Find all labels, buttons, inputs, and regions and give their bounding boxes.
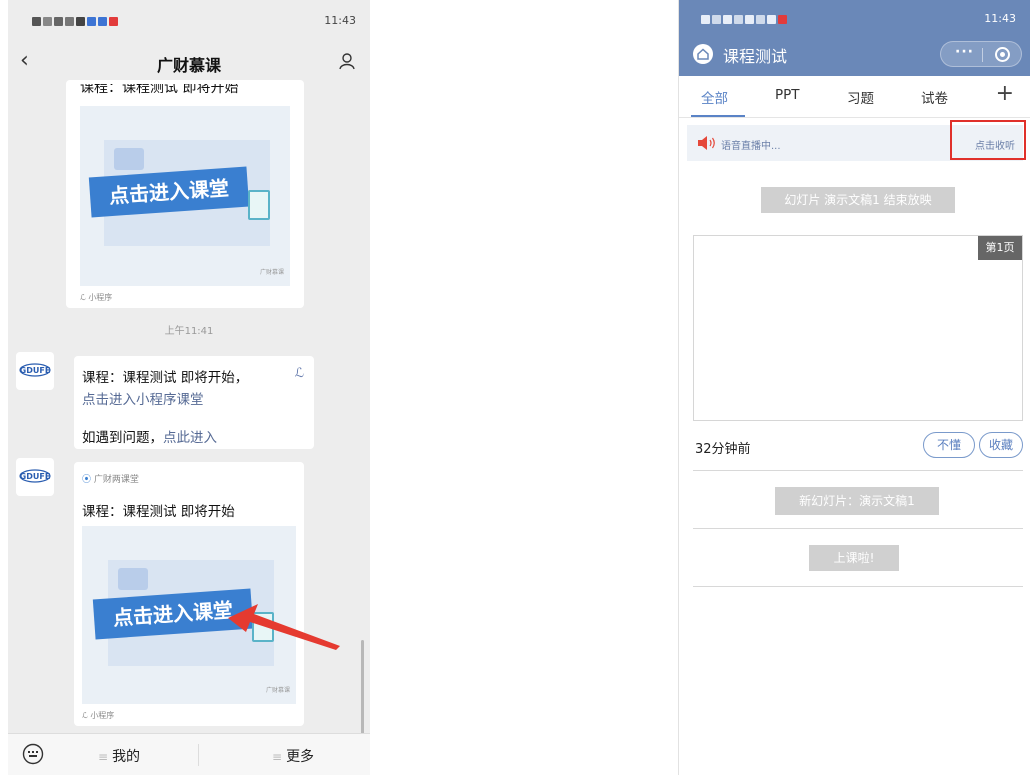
gdufe-logo-icon: GDUFE — [19, 469, 51, 483]
avatar[interactable]: GDUFE — [16, 458, 54, 496]
help-text: 如遇到问题，点此进入 — [82, 430, 217, 446]
divider — [198, 744, 199, 766]
status-icons — [701, 12, 789, 25]
target-icon[interactable] — [995, 47, 1010, 62]
watermark: 广财慕课 — [265, 687, 290, 694]
class-start-notice: 上课啦! — [809, 545, 899, 571]
wechat-chat-screen: 11:43 ‹ 广财慕课 课程：课程测试 即将开始 点击进入课堂 广财慕课 ℒ … — [8, 0, 370, 775]
scrollbar[interactable] — [361, 640, 364, 735]
svg-text:GDUFE: GDUFE — [20, 472, 51, 481]
slide-meta-row: 32分钟前 不懂 收藏 — [693, 432, 1023, 460]
live-status-text: 语音直播中... — [721, 141, 781, 152]
mini-program-link[interactable]: 点击进入小程序课堂 — [82, 388, 204, 408]
avatar[interactable]: GDUFE — [16, 352, 54, 390]
person-icon[interactable] — [338, 52, 356, 74]
card-thumbnail: 点击进入课堂 广财慕课 — [80, 106, 290, 286]
menu-more[interactable]: ≡ 更多 — [272, 746, 314, 766]
mini-program-card[interactable]: ⦿ 广财两课堂 课程：课程测试 即将开始 点击进入课堂 广财慕课 ℒ 小程序 — [74, 462, 304, 726]
capsule-menu: ··· — [940, 41, 1022, 67]
nav-bar: ‹ 广财慕课 — [8, 42, 370, 82]
tab-exams[interactable]: 试卷 — [921, 87, 948, 107]
mini-program-tag: ℒ 小程序 — [82, 711, 115, 720]
card-source: ⦿ 广财两课堂 — [82, 475, 139, 485]
dont-understand-button[interactable]: 不懂 — [923, 432, 975, 458]
watermark: 广财慕课 — [259, 269, 284, 276]
status-icons — [32, 14, 120, 27]
card-title: 课程：课程测试 即将开始 — [80, 84, 239, 96]
message-bubble: 课程：课程测试 即将开始， ℒ 点击进入小程序课堂 如遇到问题，点此进入 — [74, 356, 314, 449]
app-header: 11:43 课程测试 ··· — [679, 0, 1030, 76]
device-icon — [248, 190, 270, 220]
tab-all[interactable]: 全部 — [701, 87, 728, 107]
help-link[interactable]: 点此进入 — [163, 430, 217, 446]
status-bar: 11:43 — [8, 0, 370, 40]
divider — [693, 586, 1023, 587]
divider — [693, 528, 1023, 529]
tab-exercises[interactable]: 习题 — [847, 87, 874, 107]
arrow-annotation — [228, 604, 340, 650]
page-title: 广财慕课 — [156, 56, 221, 75]
mini-program-card[interactable]: 课程：课程测试 即将开始 点击进入课堂 广财慕课 ℒ 小程序 — [66, 80, 304, 308]
more-icon[interactable]: ··· — [955, 44, 974, 60]
status-time: 11:43 — [984, 12, 1016, 25]
page-badge: 第1页 — [978, 236, 1022, 260]
time-ago: 32分钟前 — [695, 442, 751, 457]
svg-text:GDUFE: GDUFE — [20, 366, 51, 375]
message-text: 课程：课程测试 即将开始， — [82, 370, 249, 386]
mini-program-tag: ℒ 小程序 — [80, 293, 113, 302]
slide-end-notice: 幻灯片 演示文稿1 结束放映 — [761, 187, 955, 213]
highlight-annotation — [950, 120, 1026, 160]
speaker-icon — [697, 135, 717, 155]
new-slide-notice: 新幻灯片：演示文稿1 — [775, 487, 939, 515]
plus-icon[interactable]: + — [996, 81, 1014, 106]
slide-preview[interactable]: 第1页 — [693, 235, 1023, 421]
tab-ppt[interactable]: PPT — [775, 87, 800, 103]
tab-bar: 全部 PPT 习题 试卷 + — [679, 76, 1030, 118]
card-title: 课程：课程测试 即将开始 — [82, 504, 235, 520]
chat-timestamp: 上午11:41 — [164, 326, 214, 337]
favorite-button[interactable]: 收藏 — [979, 432, 1023, 458]
page-title: 课程测试 — [723, 47, 788, 66]
bottom-menu-bar: ≡ 我的 ≡ 更多 — [8, 733, 370, 775]
home-icon[interactable] — [693, 44, 713, 64]
keyboard-icon[interactable] — [22, 743, 44, 769]
gdufe-logo-icon: GDUFE — [19, 363, 51, 377]
menu-mine[interactable]: ≡ 我的 — [98, 746, 140, 766]
mini-program-screen: 11:43 课程测试 ··· 全部 PPT 习题 试卷 + 语音直播中... 点… — [678, 0, 1030, 775]
divider — [693, 470, 1023, 471]
status-time: 11:43 — [324, 14, 356, 27]
tab-indicator — [691, 115, 745, 117]
link-icon[interactable]: ℒ — [295, 366, 304, 381]
source-icon: ⦿ — [82, 475, 94, 485]
